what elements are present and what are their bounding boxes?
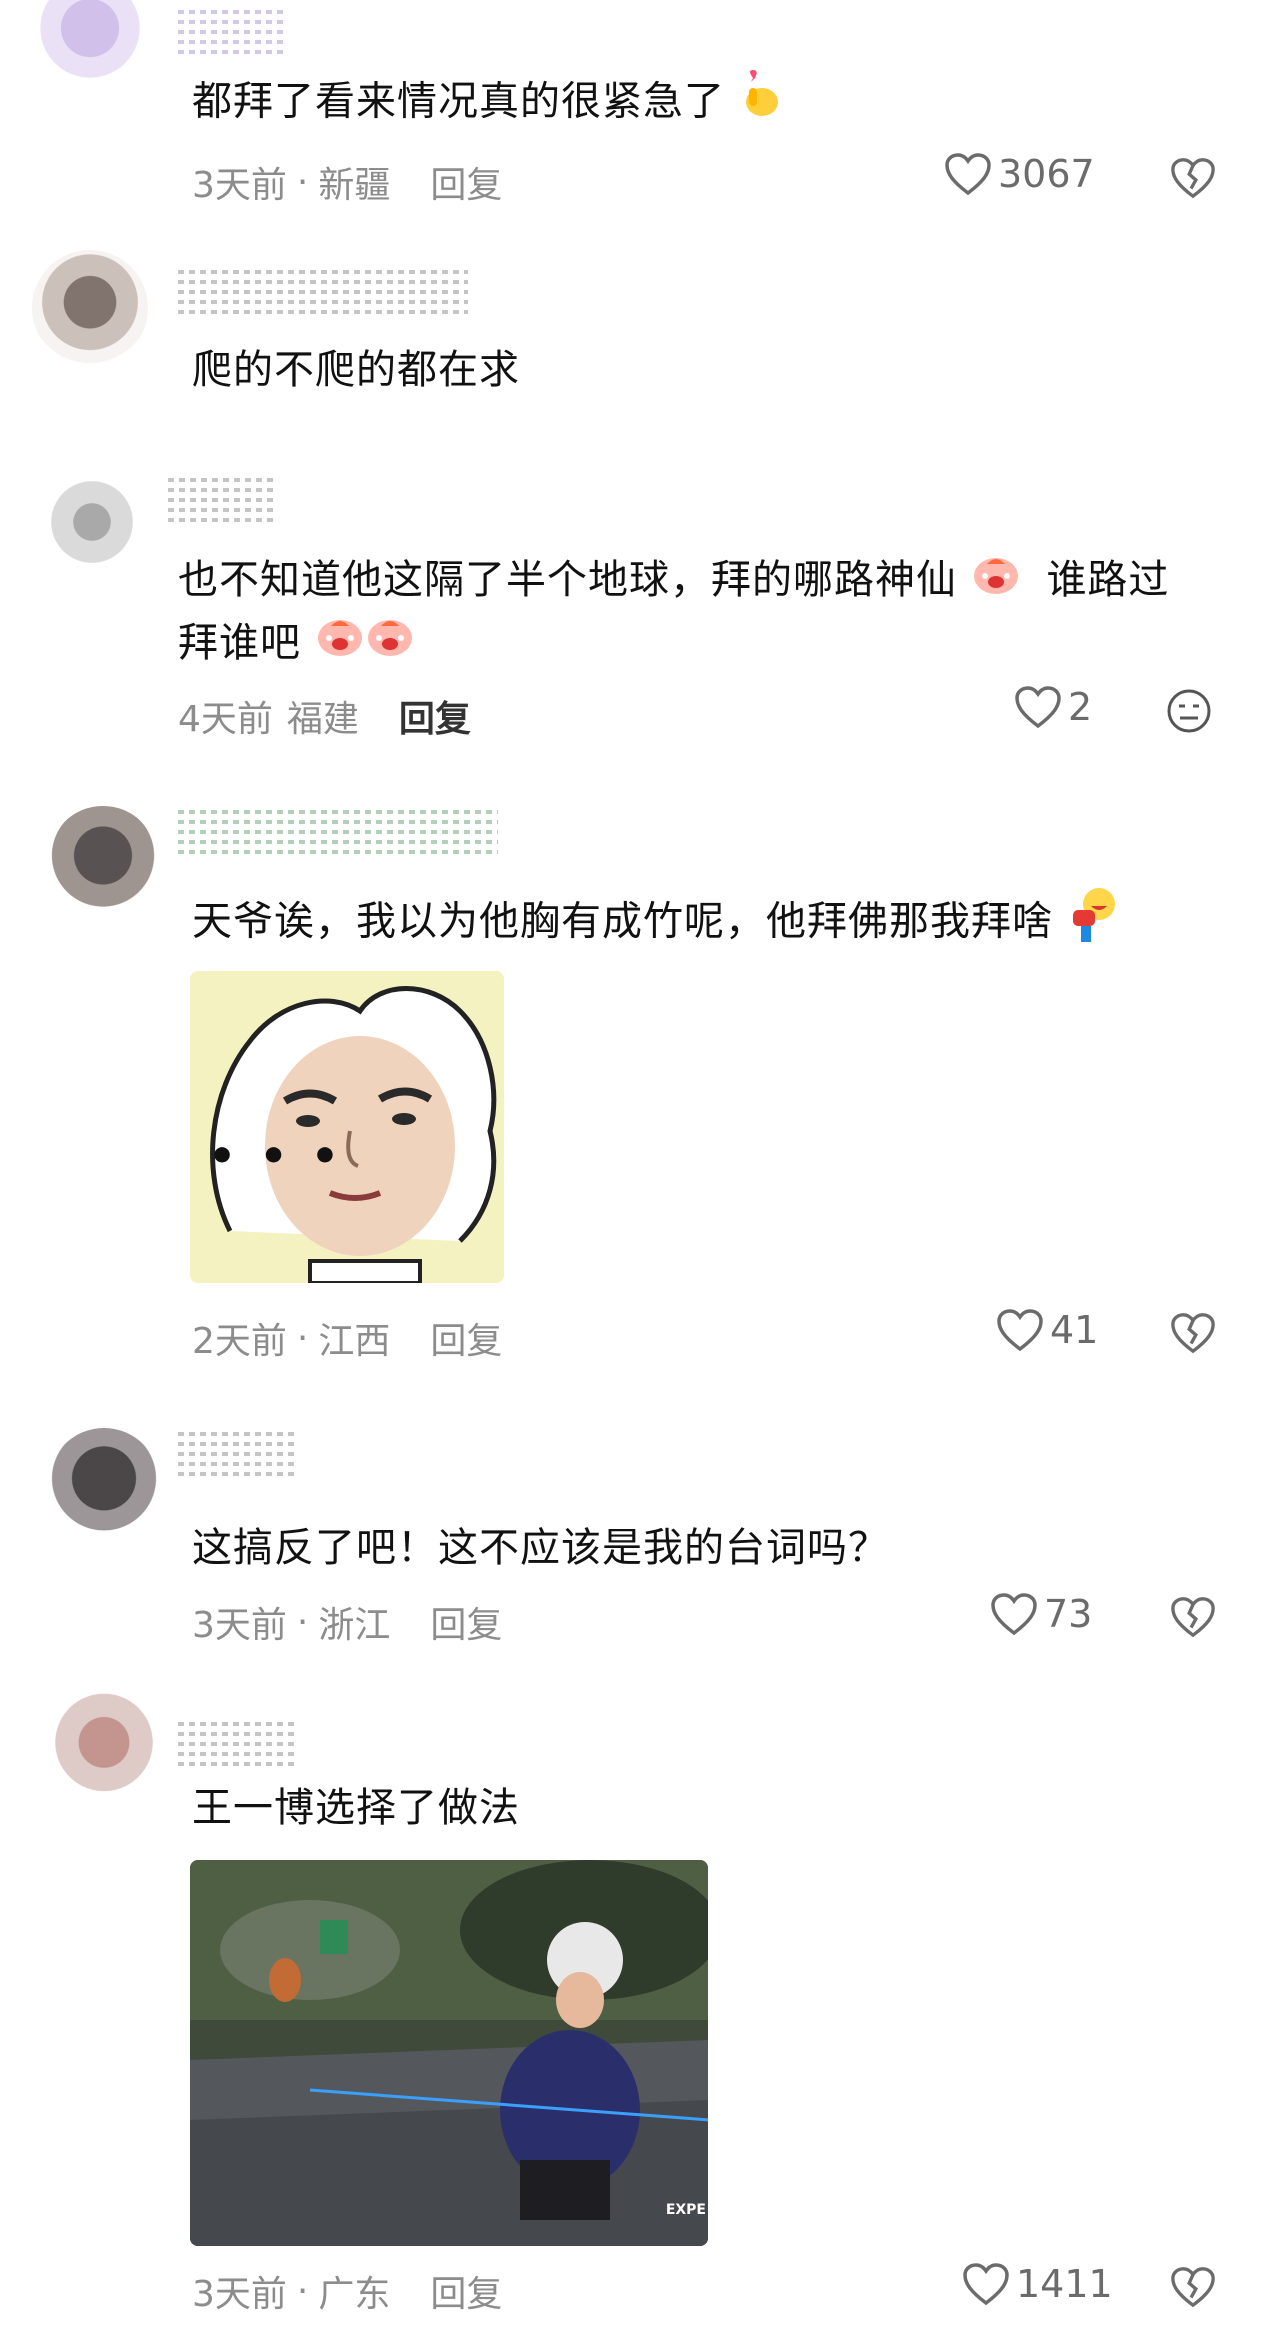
reply-button[interactable]: 回复 [430, 1312, 502, 1364]
crying-face-emoji-icon [365, 614, 415, 675]
finger-heart-emoji-icon [739, 70, 785, 137]
comment-text: 都拜了看来情况真的很紧急了 [192, 70, 785, 137]
heart-outline-icon [1015, 686, 1061, 729]
broken-heart-icon[interactable] [1170, 155, 1216, 201]
reply-button[interactable]: 回复 [430, 156, 502, 208]
avatar[interactable] [48, 1692, 160, 1804]
like-count: 3067 [998, 152, 1095, 196]
like-button[interactable]: 41 [996, 1308, 1098, 1352]
username-blurred[interactable] [178, 270, 468, 314]
like-button[interactable]: 1411 [962, 2262, 1113, 2306]
like-button[interactable]: 2 [1014, 685, 1092, 729]
like-count: 1411 [1016, 2262, 1113, 2306]
comment-text: 也不知道他这隔了半个地球，拜的哪路神仙 谁路过 拜谁吧 [178, 550, 1238, 675]
heart-outline-icon [991, 1593, 1037, 1636]
avatar[interactable] [48, 806, 158, 916]
heart-outline-icon [997, 1309, 1043, 1352]
like-button[interactable]: 73 [990, 1592, 1092, 1636]
avatar[interactable] [48, 1428, 160, 1540]
username-blurred[interactable] [178, 1722, 298, 1766]
broken-heart-icon[interactable] [1170, 1594, 1216, 1640]
climbing-photo-image[interactable]: EXPE [190, 1860, 708, 2246]
reply-button[interactable]: 回复 [430, 2265, 502, 2317]
username-blurred[interactable] [178, 10, 288, 54]
broken-heart-icon[interactable] [1170, 2264, 1216, 2310]
like-button[interactable]: 3067 [944, 152, 1095, 196]
sticker-drawing [190, 971, 504, 1283]
neutral-face-icon[interactable] [1166, 688, 1212, 734]
laughing-emoji-icon [1067, 886, 1119, 961]
avatar[interactable] [32, 250, 148, 366]
like-count: 73 [1044, 1592, 1093, 1636]
comment-text: 天爷诶，我以为他胸有成竹呢，他拜佛那我拜啥 [192, 886, 1119, 961]
comment-meta: 2天前 · 江西 回复 [192, 1312, 502, 1364]
comment-meta: 3天前 · 浙江 回复 [192, 1596, 502, 1648]
comment-text: 爬的不爬的都在求 [192, 347, 520, 393]
heart-outline-icon [945, 153, 991, 196]
meme-sticker-image[interactable]: • • • [190, 971, 504, 1283]
like-count: 41 [1050, 1308, 1099, 1352]
comment-meta: 4天前 福建 回复 [178, 690, 471, 742]
comment-text: 这搞反了吧！这不应该是我的台词吗？ [192, 1525, 889, 1571]
comment-meta: 3天前 · 新疆 回复 [192, 156, 502, 208]
username-blurred[interactable] [178, 810, 498, 854]
crying-face-emoji-icon [971, 552, 1021, 613]
reply-button[interactable]: 回复 [399, 690, 471, 742]
username-blurred[interactable] [168, 478, 278, 522]
username-blurred[interactable] [178, 1432, 298, 1476]
avatar[interactable] [32, 0, 148, 86]
comment-meta: 3天前 · 广东 回复 [192, 2265, 502, 2317]
photo-drawing [190, 1860, 708, 2246]
crying-face-emoji-icon [315, 614, 365, 675]
broken-heart-icon[interactable] [1170, 1310, 1216, 1356]
heart-outline-icon [963, 2263, 1009, 2306]
avatar[interactable] [40, 470, 144, 574]
comment-text: 王一博选择了做法 [192, 1785, 520, 1831]
reply-button[interactable]: 回复 [430, 1596, 502, 1648]
like-count: 2 [1068, 685, 1093, 729]
